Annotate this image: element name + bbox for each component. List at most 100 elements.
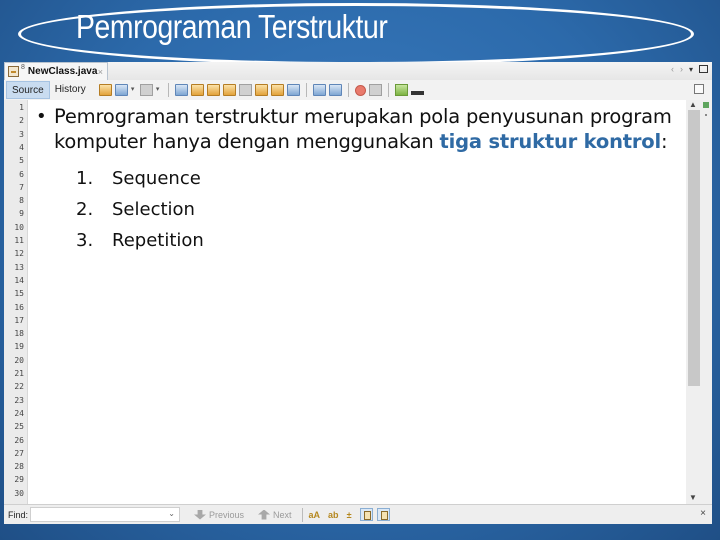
slide-content: • Pemrograman terstruktur merupakan pola… bbox=[36, 104, 676, 256]
match-case-icon[interactable]: aA bbox=[309, 510, 321, 520]
error-stripe: ▲ ▼ bbox=[686, 100, 712, 504]
last-edit-icon[interactable] bbox=[98, 84, 112, 96]
list-number: 1. bbox=[76, 168, 94, 189]
mark-icon bbox=[705, 114, 707, 116]
line-number: 15 bbox=[14, 289, 24, 299]
slide-title: Pemrograman Terstruktur bbox=[76, 8, 388, 45]
find-history-dropdown-icon[interactable]: ⌄ bbox=[168, 509, 175, 518]
line-number: 28 bbox=[14, 462, 24, 472]
find-next-button[interactable]: Next bbox=[258, 509, 292, 520]
line-number: 27 bbox=[14, 448, 24, 458]
toolbar-separator bbox=[305, 83, 307, 97]
shift-right-icon[interactable] bbox=[328, 84, 342, 96]
find-input[interactable]: ⌄ bbox=[30, 507, 180, 522]
ide-window: 8 NewClass.java × ‹ › ▾ Source History ▾… bbox=[4, 62, 712, 524]
line-number: 18 bbox=[14, 329, 24, 339]
find-next-icon[interactable] bbox=[206, 84, 220, 96]
file-tab-label: NewClass.java bbox=[27, 66, 98, 77]
list-text: Repetition bbox=[112, 230, 204, 251]
toolbar-icons: ▾ ▾ bbox=[98, 83, 424, 97]
find-icon[interactable] bbox=[174, 84, 188, 96]
line-number: 5 bbox=[19, 156, 24, 166]
bullet-highlight: tiga struktur kontrol bbox=[439, 130, 662, 153]
java-file-icon bbox=[8, 66, 19, 77]
tab-list-dropdown-icon[interactable]: ▾ bbox=[689, 65, 693, 74]
split-view-icon[interactable] bbox=[694, 84, 704, 94]
wrap-around-toggle[interactable] bbox=[376, 508, 390, 521]
whole-words-icon[interactable]: ab bbox=[328, 510, 339, 520]
toolbar-separator bbox=[387, 83, 389, 97]
next-label: Next bbox=[273, 509, 292, 520]
toggle-bookmark-icon[interactable] bbox=[286, 84, 300, 96]
line-number: 29 bbox=[14, 475, 24, 485]
bullet-text-end: : bbox=[661, 130, 668, 153]
line-number: 1 bbox=[19, 103, 24, 112]
find-prev-icon[interactable] bbox=[190, 84, 204, 96]
forward-dropdown-icon[interactable]: ▾ bbox=[156, 84, 162, 96]
scroll-down-icon[interactable]: ▼ bbox=[689, 493, 697, 502]
comment-icon[interactable] bbox=[394, 84, 408, 96]
toolbar-separator bbox=[347, 83, 349, 97]
line-number: 17 bbox=[14, 315, 24, 325]
list-item: 3. Repetition bbox=[76, 225, 676, 256]
line-number: 11 bbox=[14, 236, 24, 245]
select-icon[interactable] bbox=[238, 84, 252, 96]
line-number: 6 bbox=[19, 169, 24, 179]
find-separator bbox=[301, 507, 303, 522]
editor-toolbar: Source History ▾ ▾ bbox=[4, 80, 712, 100]
next-arrow-icon bbox=[258, 509, 271, 520]
list-text: Sequence bbox=[112, 168, 201, 189]
forward-icon[interactable] bbox=[139, 84, 153, 96]
list-item: 1. Sequence bbox=[76, 163, 676, 194]
vertical-scrollbar-thumb[interactable] bbox=[688, 110, 700, 386]
ordered-list: 1. Sequence 2. Selection 3. Repetition bbox=[76, 163, 676, 256]
file-tab-newclass[interactable]: 8 NewClass.java × bbox=[4, 62, 108, 80]
scroll-up-icon[interactable]: ▲ bbox=[689, 100, 697, 109]
uncomment-icon[interactable] bbox=[410, 91, 424, 95]
line-number: 22 bbox=[14, 382, 24, 392]
regex-icon[interactable]: ± bbox=[347, 510, 352, 520]
line-number: 20 bbox=[14, 355, 24, 365]
maximize-icon[interactable] bbox=[699, 65, 708, 73]
editor-tab-bar: 8 NewClass.java × ‹ › ▾ bbox=[4, 62, 712, 80]
close-tab-icon[interactable]: × bbox=[98, 67, 103, 77]
no-errors-icon bbox=[703, 102, 709, 108]
line-number: 3 bbox=[19, 129, 24, 139]
shift-left-icon[interactable] bbox=[312, 84, 326, 96]
tab-superscript: 8 bbox=[21, 64, 25, 71]
stop-macro-icon[interactable] bbox=[368, 84, 382, 96]
record-macro-icon[interactable] bbox=[354, 84, 366, 96]
line-number: 8 bbox=[19, 196, 24, 206]
line-number: 25 bbox=[14, 422, 24, 432]
line-number: 23 bbox=[14, 395, 24, 405]
window-controls: ‹ › ▾ bbox=[671, 64, 708, 74]
tab-history[interactable]: History bbox=[50, 81, 91, 99]
list-text: Selection bbox=[112, 199, 195, 220]
line-number-gutter: 1 2 3 4 5 6 7 8 9 10 11 12 13 14 15 16 17 18 19 20 21 22 23 24 2… bbox=[4, 100, 28, 504]
scroll-tabs-left-icon[interactable]: ‹ bbox=[671, 64, 674, 74]
bullet-text: Pemrograman terstruktur merupakan pola p… bbox=[54, 104, 676, 154]
code-editor[interactable]: 1 2 3 4 5 6 7 8 9 10 11 12 13 14 15 16 17 18 19 20 21 22 23 24 2… bbox=[4, 100, 712, 504]
line-number: 26 bbox=[14, 435, 24, 445]
line-number: 19 bbox=[14, 342, 24, 352]
bullet-point: • Pemrograman terstruktur merupakan pola… bbox=[36, 104, 676, 154]
close-find-icon[interactable]: × bbox=[700, 508, 706, 519]
line-number: 10 bbox=[14, 222, 24, 232]
prev-bookmark-icon[interactable] bbox=[254, 84, 268, 96]
find-label: Find: bbox=[8, 509, 29, 520]
bullet-icon: • bbox=[36, 106, 47, 127]
find-bar: Find: ⌄ Previous Next aA ab ± × bbox=[4, 504, 712, 524]
find-previous-button[interactable]: Previous bbox=[194, 509, 244, 520]
back-dropdown-icon[interactable]: ▾ bbox=[131, 84, 137, 96]
line-number: 14 bbox=[14, 275, 24, 285]
tab-source[interactable]: Source bbox=[6, 81, 50, 99]
toolbar-separator bbox=[167, 83, 169, 97]
highlight-results-toggle[interactable] bbox=[359, 508, 373, 521]
next-bookmark-icon[interactable] bbox=[270, 84, 284, 96]
line-number: 4 bbox=[19, 142, 24, 152]
toggle-highlight-icon[interactable] bbox=[222, 84, 236, 96]
list-number: 2. bbox=[76, 199, 94, 220]
scroll-tabs-right-icon[interactable]: › bbox=[680, 64, 683, 74]
back-icon[interactable] bbox=[114, 84, 128, 96]
line-number: 12 bbox=[14, 249, 24, 259]
